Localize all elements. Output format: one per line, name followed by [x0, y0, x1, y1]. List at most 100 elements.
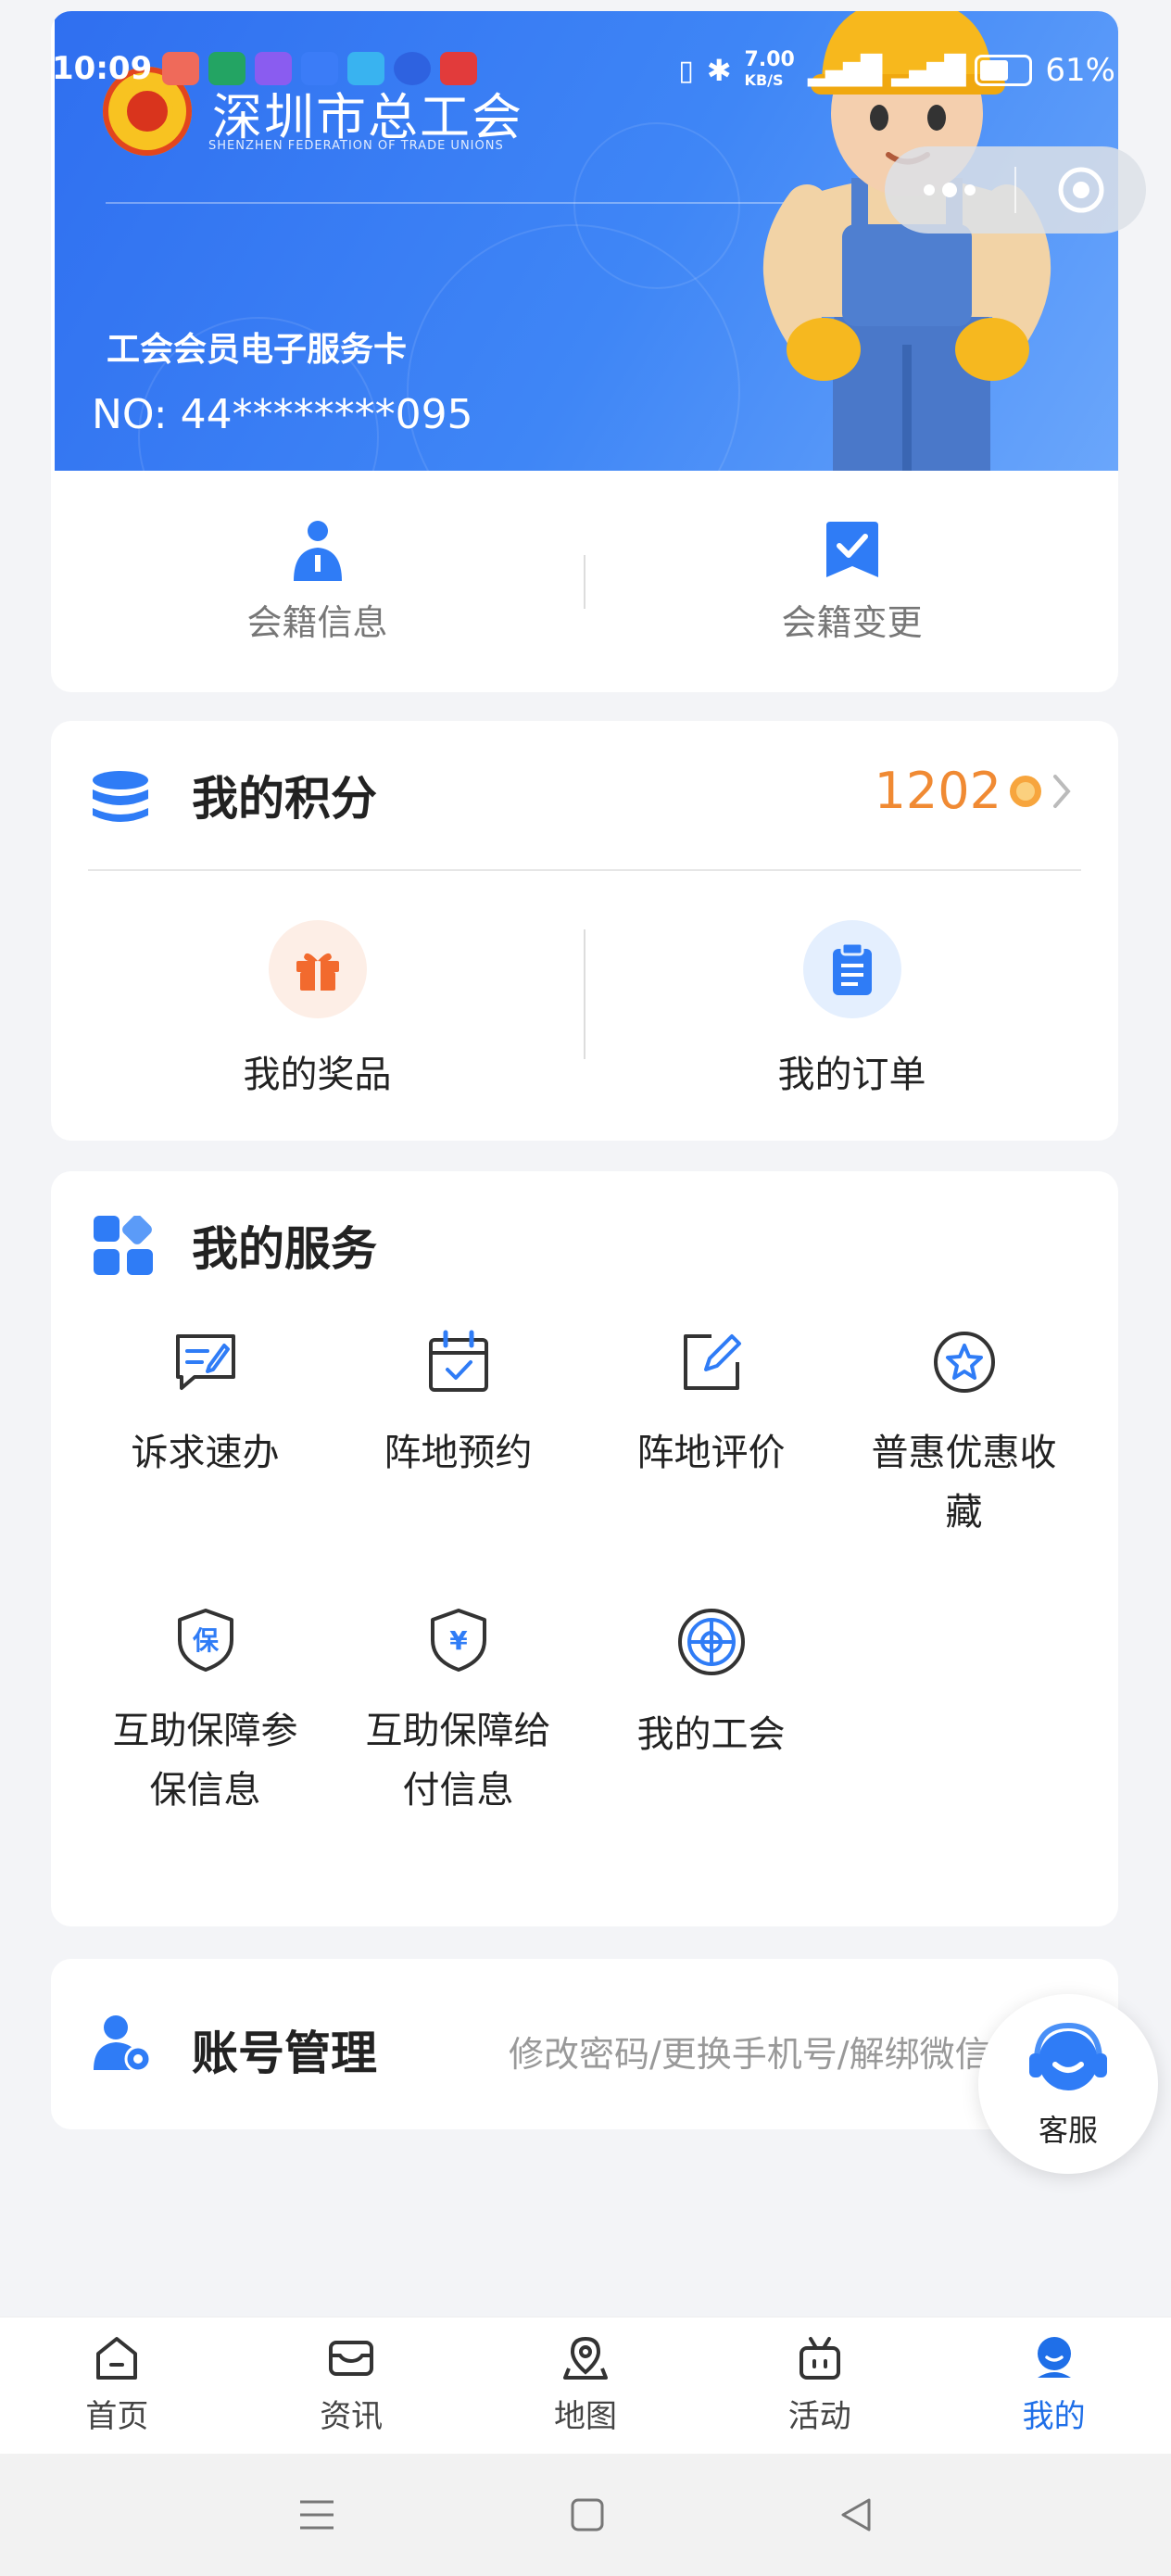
service-label: 阵地评价: [636, 1432, 786, 1474]
more-icon-dot: [964, 184, 976, 196]
service-my-union[interactable]: 我的工会: [585, 1607, 837, 1820]
grid-apps-icon: [94, 1216, 153, 1275]
points-title: 我的积分: [192, 772, 377, 826]
services-grid: 诉求速办 阵地预约 阵地评价 普惠优惠收藏 保 互助保障参保信息 ¥ 互助保障给…: [79, 1329, 1090, 1820]
service-label: 阵地预约: [384, 1432, 533, 1474]
check-badge-icon: [825, 522, 878, 577]
service-venue-booking[interactable]: 阵地预约: [332, 1329, 585, 1542]
person-icon: [293, 521, 342, 581]
database-icon: [93, 771, 148, 822]
app-notification-icon: [162, 52, 199, 85]
status-time: 10:09: [52, 50, 153, 87]
app-notification-icon: [208, 52, 246, 85]
chat-edit-icon: [175, 1334, 235, 1390]
service-benefits-favorites[interactable]: 普惠优惠收藏: [837, 1329, 1090, 1542]
shield-bao-icon: 保: [177, 1609, 233, 1672]
tab-news[interactable]: 资讯: [234, 2317, 469, 2454]
service-venue-review[interactable]: 阵地评价: [585, 1329, 837, 1542]
points-value-link[interactable]: 1202: [875, 762, 1074, 820]
miniprogram-capsule: [885, 146, 1146, 234]
menu-icon[interactable]: [296, 2496, 337, 2533]
signal-icon: ▂▄▆█: [807, 54, 882, 87]
tab-home[interactable]: 首页: [0, 2317, 234, 2454]
star-circle-icon: [933, 1332, 995, 1393]
my-prizes-label: 我的奖品: [243, 1054, 392, 1096]
customer-service-button[interactable]: 客服: [978, 1994, 1158, 2174]
org-name-en: SHENZHEN FEDERATION OF TRADE UNIONS: [208, 139, 504, 153]
service-label: 互助保障参保信息: [112, 1710, 298, 1812]
services-card: 我的服务 诉求速办 阵地预约 阵地评价 普惠优惠收藏 保 互助保障参保信息 ¥ …: [51, 1171, 1118, 1926]
network-speed: 7.00 KB/S: [745, 50, 795, 91]
service-label: 我的工会: [636, 1713, 786, 1756]
tab-map[interactable]: 地图: [469, 2317, 703, 2454]
user-settings-icon: [94, 2015, 152, 2073]
points-actions: 我的奖品 我的订单: [51, 920, 1118, 1105]
status-right: ▯ ✱ 7.00 KB/S ▂▄▆█ ▂▄▆█ 61%: [678, 50, 1115, 91]
page: 深圳市总工会 SHENZHEN FEDERATION OF TRADE UNIO…: [0, 0, 1171, 2576]
card-title: 工会会员电子服务卡: [107, 331, 408, 369]
account-management-row[interactable]: 账号管理 修改密码/更换手机号/解绑微信号: [51, 1959, 1118, 2129]
tab-label: 首页: [85, 2398, 149, 2435]
more-icon: [924, 184, 935, 196]
membership-info-label: 会籍信息: [246, 602, 388, 643]
status-bar: 10:09 ▯ ✱ 7.00 KB/S ▂▄▆█ ▂▄▆█ 61%: [0, 44, 1171, 100]
tab-label: 我的: [1022, 2398, 1086, 2435]
headset-icon: [1029, 2022, 1107, 2090]
battery-percent: 61%: [1045, 52, 1115, 89]
my-orders-label: 我的订单: [777, 1054, 926, 1096]
bluetooth-icon: ✱: [706, 53, 732, 88]
service-label: 诉求速办: [131, 1432, 280, 1474]
app-notification-icon: [440, 52, 477, 85]
tab-activity[interactable]: 活动: [702, 2317, 937, 2454]
union-logo-icon: [677, 1609, 745, 1675]
app-notification-icon: [301, 52, 338, 85]
target-icon: [1058, 167, 1104, 213]
app-notification-icon: [394, 52, 431, 85]
app-notification-icon: [255, 52, 292, 85]
system-nav-bar: [0, 2454, 1171, 2576]
more-icon-dot: [942, 183, 957, 197]
shield-yen-icon: ¥: [430, 1609, 486, 1672]
user-icon: [1037, 2337, 1071, 2378]
service-mutual-insurance-info[interactable]: 保 互助保障参保信息: [79, 1607, 332, 1820]
tab-label: 地图: [553, 2398, 617, 2435]
svg-text:保: 保: [192, 1625, 219, 1656]
points-card: 我的积分 1202 我的奖品 我的订单: [51, 721, 1118, 1141]
close-miniprogram-button[interactable]: [1016, 146, 1146, 234]
edit-icon: [683, 1334, 741, 1390]
membership-change-button[interactable]: 会籍变更: [586, 518, 1118, 645]
home-icon: [96, 2337, 138, 2380]
points-divider: [88, 869, 1081, 871]
tab-mine[interactable]: 我的: [937, 2317, 1171, 2454]
back-icon[interactable]: [837, 2496, 875, 2533]
more-options-button[interactable]: [885, 146, 1014, 234]
card-number: NO: 44********095: [92, 391, 473, 438]
service-mutual-payout-info[interactable]: ¥ 互助保障给付信息: [332, 1607, 585, 1820]
tab-label: 活动: [787, 2398, 851, 2435]
my-orders-button[interactable]: 我的订单: [586, 920, 1118, 1098]
service-label: 普惠优惠收藏: [871, 1432, 1057, 1534]
points-value: 1202: [874, 762, 1001, 820]
bottom-tab-bar: 首页 资讯 地图 活动 我的: [0, 2317, 1171, 2454]
home-square-icon[interactable]: [569, 2496, 606, 2533]
service-appeal[interactable]: 诉求速办: [79, 1329, 332, 1542]
signal-icon: ▂▄▆█: [891, 54, 965, 87]
news-icon: [329, 2341, 374, 2376]
account-title: 账号管理: [192, 2027, 377, 2080]
network-speed-value: 7.00: [744, 48, 795, 71]
member-card: 深圳市总工会 SHENZHEN FEDERATION OF TRADE UNIO…: [51, 11, 1118, 692]
battery-icon: [975, 55, 1033, 86]
my-prizes-button[interactable]: 我的奖品: [51, 920, 584, 1098]
service-label: 互助保障给付信息: [365, 1710, 551, 1812]
customer-service-label: 客服: [1038, 2113, 1098, 2148]
activity-icon: [799, 2337, 840, 2380]
notification-icons: [162, 52, 477, 85]
coin-icon: [1010, 775, 1041, 807]
membership-info-button[interactable]: 会籍信息: [51, 518, 584, 645]
clipboard-icon: [802, 920, 901, 1018]
services-title: 我的服务: [192, 1222, 377, 1276]
tab-label: 资讯: [320, 2398, 384, 2435]
network-speed-unit: KB/S: [744, 71, 784, 89]
map-pin-icon: [562, 2336, 608, 2380]
svg-text:¥: ¥: [449, 1625, 468, 1656]
